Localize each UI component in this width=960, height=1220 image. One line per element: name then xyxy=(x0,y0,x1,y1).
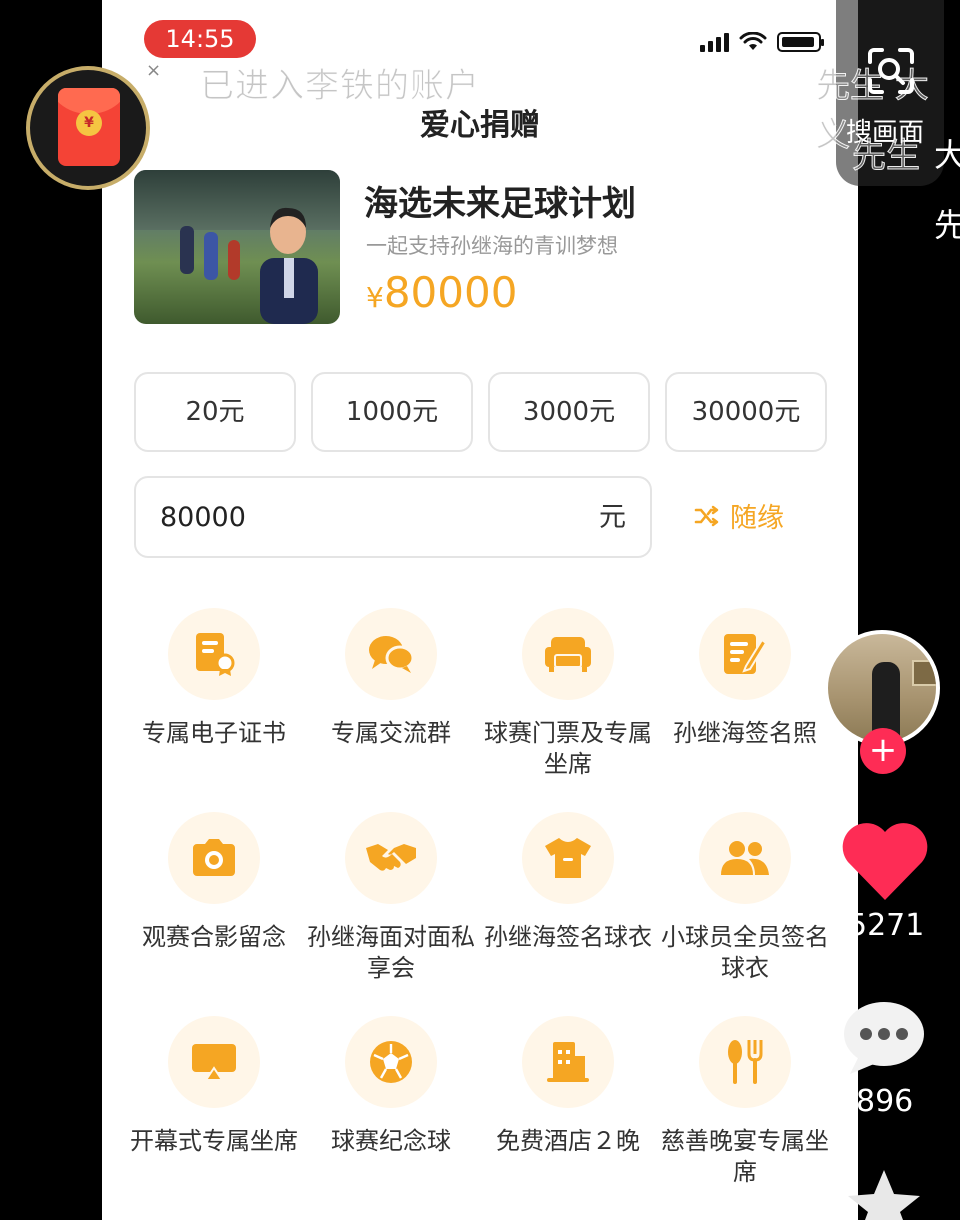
benefit-memorial-ball[interactable]: 球赛纪念球 xyxy=(303,1016,479,1157)
benefit-icon-wrap xyxy=(699,1016,791,1108)
custom-amount-value: 80000 xyxy=(160,502,246,533)
jersey-icon xyxy=(545,838,591,878)
benefit-charity-dinner[interactable]: 慈善晚宴专属坐席 xyxy=(657,1016,833,1188)
caption-fragment: 先 xyxy=(934,206,960,244)
football-icon xyxy=(370,1041,412,1083)
battery-icon xyxy=(777,32,824,52)
dinner-icon xyxy=(728,1040,763,1084)
benefit-icon-wrap xyxy=(168,608,260,700)
project-subtitle: 一起支持孙继海的青训梦想 xyxy=(366,234,618,258)
status-icons xyxy=(700,32,824,52)
benefit-icon-wrap xyxy=(699,608,791,700)
project-image xyxy=(134,170,340,324)
favorite-star-icon[interactable] xyxy=(846,1168,922,1220)
signal-icon xyxy=(700,32,729,52)
handshake-icon xyxy=(366,844,416,871)
benefit-label: 球赛纪念球 xyxy=(331,1127,451,1155)
screen-icon xyxy=(192,1044,236,1081)
amount-option-3000[interactable]: 3000元 xyxy=(488,372,650,452)
benefit-icon-wrap xyxy=(522,1016,614,1108)
benefit-label: 专属交流群 xyxy=(331,719,451,747)
hotel-icon xyxy=(547,1042,589,1082)
benefit-label: 开幕式专属坐席 xyxy=(130,1127,298,1155)
benefit-icon-wrap xyxy=(345,812,437,904)
amount-option-20[interactable]: 20元 xyxy=(134,372,296,452)
benefit-icon-wrap xyxy=(345,608,437,700)
benefit-opening-seat[interactable]: 开幕式专属坐席 xyxy=(126,1016,302,1157)
project-title: 海选未来足球计划 xyxy=(364,184,636,224)
benefit-label: 专属电子证书 xyxy=(142,719,286,747)
people-icon xyxy=(721,841,769,875)
amount-option-1000[interactable]: 1000元 xyxy=(311,372,473,452)
like-count: 5271 xyxy=(848,908,925,943)
benefit-label: 观赛合影留念 xyxy=(142,923,286,951)
status-time: 14:55 xyxy=(144,20,256,58)
project-amount: ¥80000 xyxy=(366,268,518,317)
camera-icon xyxy=(193,839,235,876)
random-amount-button[interactable]: 随缘 xyxy=(694,496,784,535)
comment-icon[interactable] xyxy=(840,996,926,1078)
ghost-caption-bottom: 先生 xyxy=(852,136,921,177)
benefit-label: 孙继海面对面私享会 xyxy=(307,923,475,982)
benefit-label: 孙继海签名球衣 xyxy=(484,923,652,951)
wifi-icon xyxy=(739,32,767,50)
benefit-label: 球赛门票及专属坐席 xyxy=(484,719,652,778)
custom-amount-field[interactable]: 80000 元 xyxy=(134,476,652,558)
page-title: 爱心捐赠 xyxy=(420,108,540,143)
benefit-team-jersey[interactable]: 小球员全员签名球衣 xyxy=(657,812,833,984)
custom-amount-unit: 元 xyxy=(599,502,626,533)
sofa-seat-icon xyxy=(545,637,591,672)
benefit-signed-jersey[interactable]: 孙继海签名球衣 xyxy=(480,812,656,953)
benefit-match-ticket[interactable]: 球赛门票及专属坐席 xyxy=(480,608,656,780)
heart-icon[interactable] xyxy=(840,820,930,902)
benefit-group-photo[interactable]: 观赛合影留念 xyxy=(126,812,302,953)
benefit-icon-wrap xyxy=(168,812,260,904)
benefit-label: 孙继海签名照 xyxy=(673,719,817,747)
random-amount-label: 随缘 xyxy=(730,503,784,534)
benefit-icon-wrap xyxy=(522,812,614,904)
benefit-label: 免费酒店２晚 xyxy=(496,1127,640,1155)
coin-icon: ¥ xyxy=(76,110,102,136)
benefit-label: 小球员全员签名球衣 xyxy=(661,923,829,982)
chat-group-icon xyxy=(369,636,415,673)
close-icon[interactable]: × xyxy=(146,60,161,81)
amount-option-30000[interactable]: 30000元 xyxy=(665,372,827,452)
signed-photo-icon xyxy=(724,634,768,674)
benefit-certificate[interactable]: 专属电子证书 xyxy=(126,608,302,749)
benefit-icon-wrap xyxy=(168,1016,260,1108)
benefit-signed-photo[interactable]: 孙继海签名照 xyxy=(657,608,833,749)
comment-count: 896 xyxy=(856,1084,914,1119)
benefit-icon-wrap xyxy=(522,608,614,700)
scan-search-icon xyxy=(868,48,914,94)
follow-button[interactable]: + xyxy=(860,728,906,774)
benefit-icon-wrap xyxy=(345,1016,437,1108)
benefit-free-hotel[interactable]: 免费酒店２晚 xyxy=(480,1016,656,1157)
benefit-chat-group[interactable]: 专属交流群 xyxy=(303,608,479,749)
caption-fragment: 大 xyxy=(934,136,960,174)
shuffle-icon xyxy=(694,505,719,526)
benefit-private-meeting[interactable]: 孙继海面对面私享会 xyxy=(303,812,479,984)
certificate-icon xyxy=(196,633,235,676)
benefit-icon-wrap xyxy=(699,812,791,904)
benefit-label: 慈善晚宴专属坐席 xyxy=(661,1127,829,1186)
